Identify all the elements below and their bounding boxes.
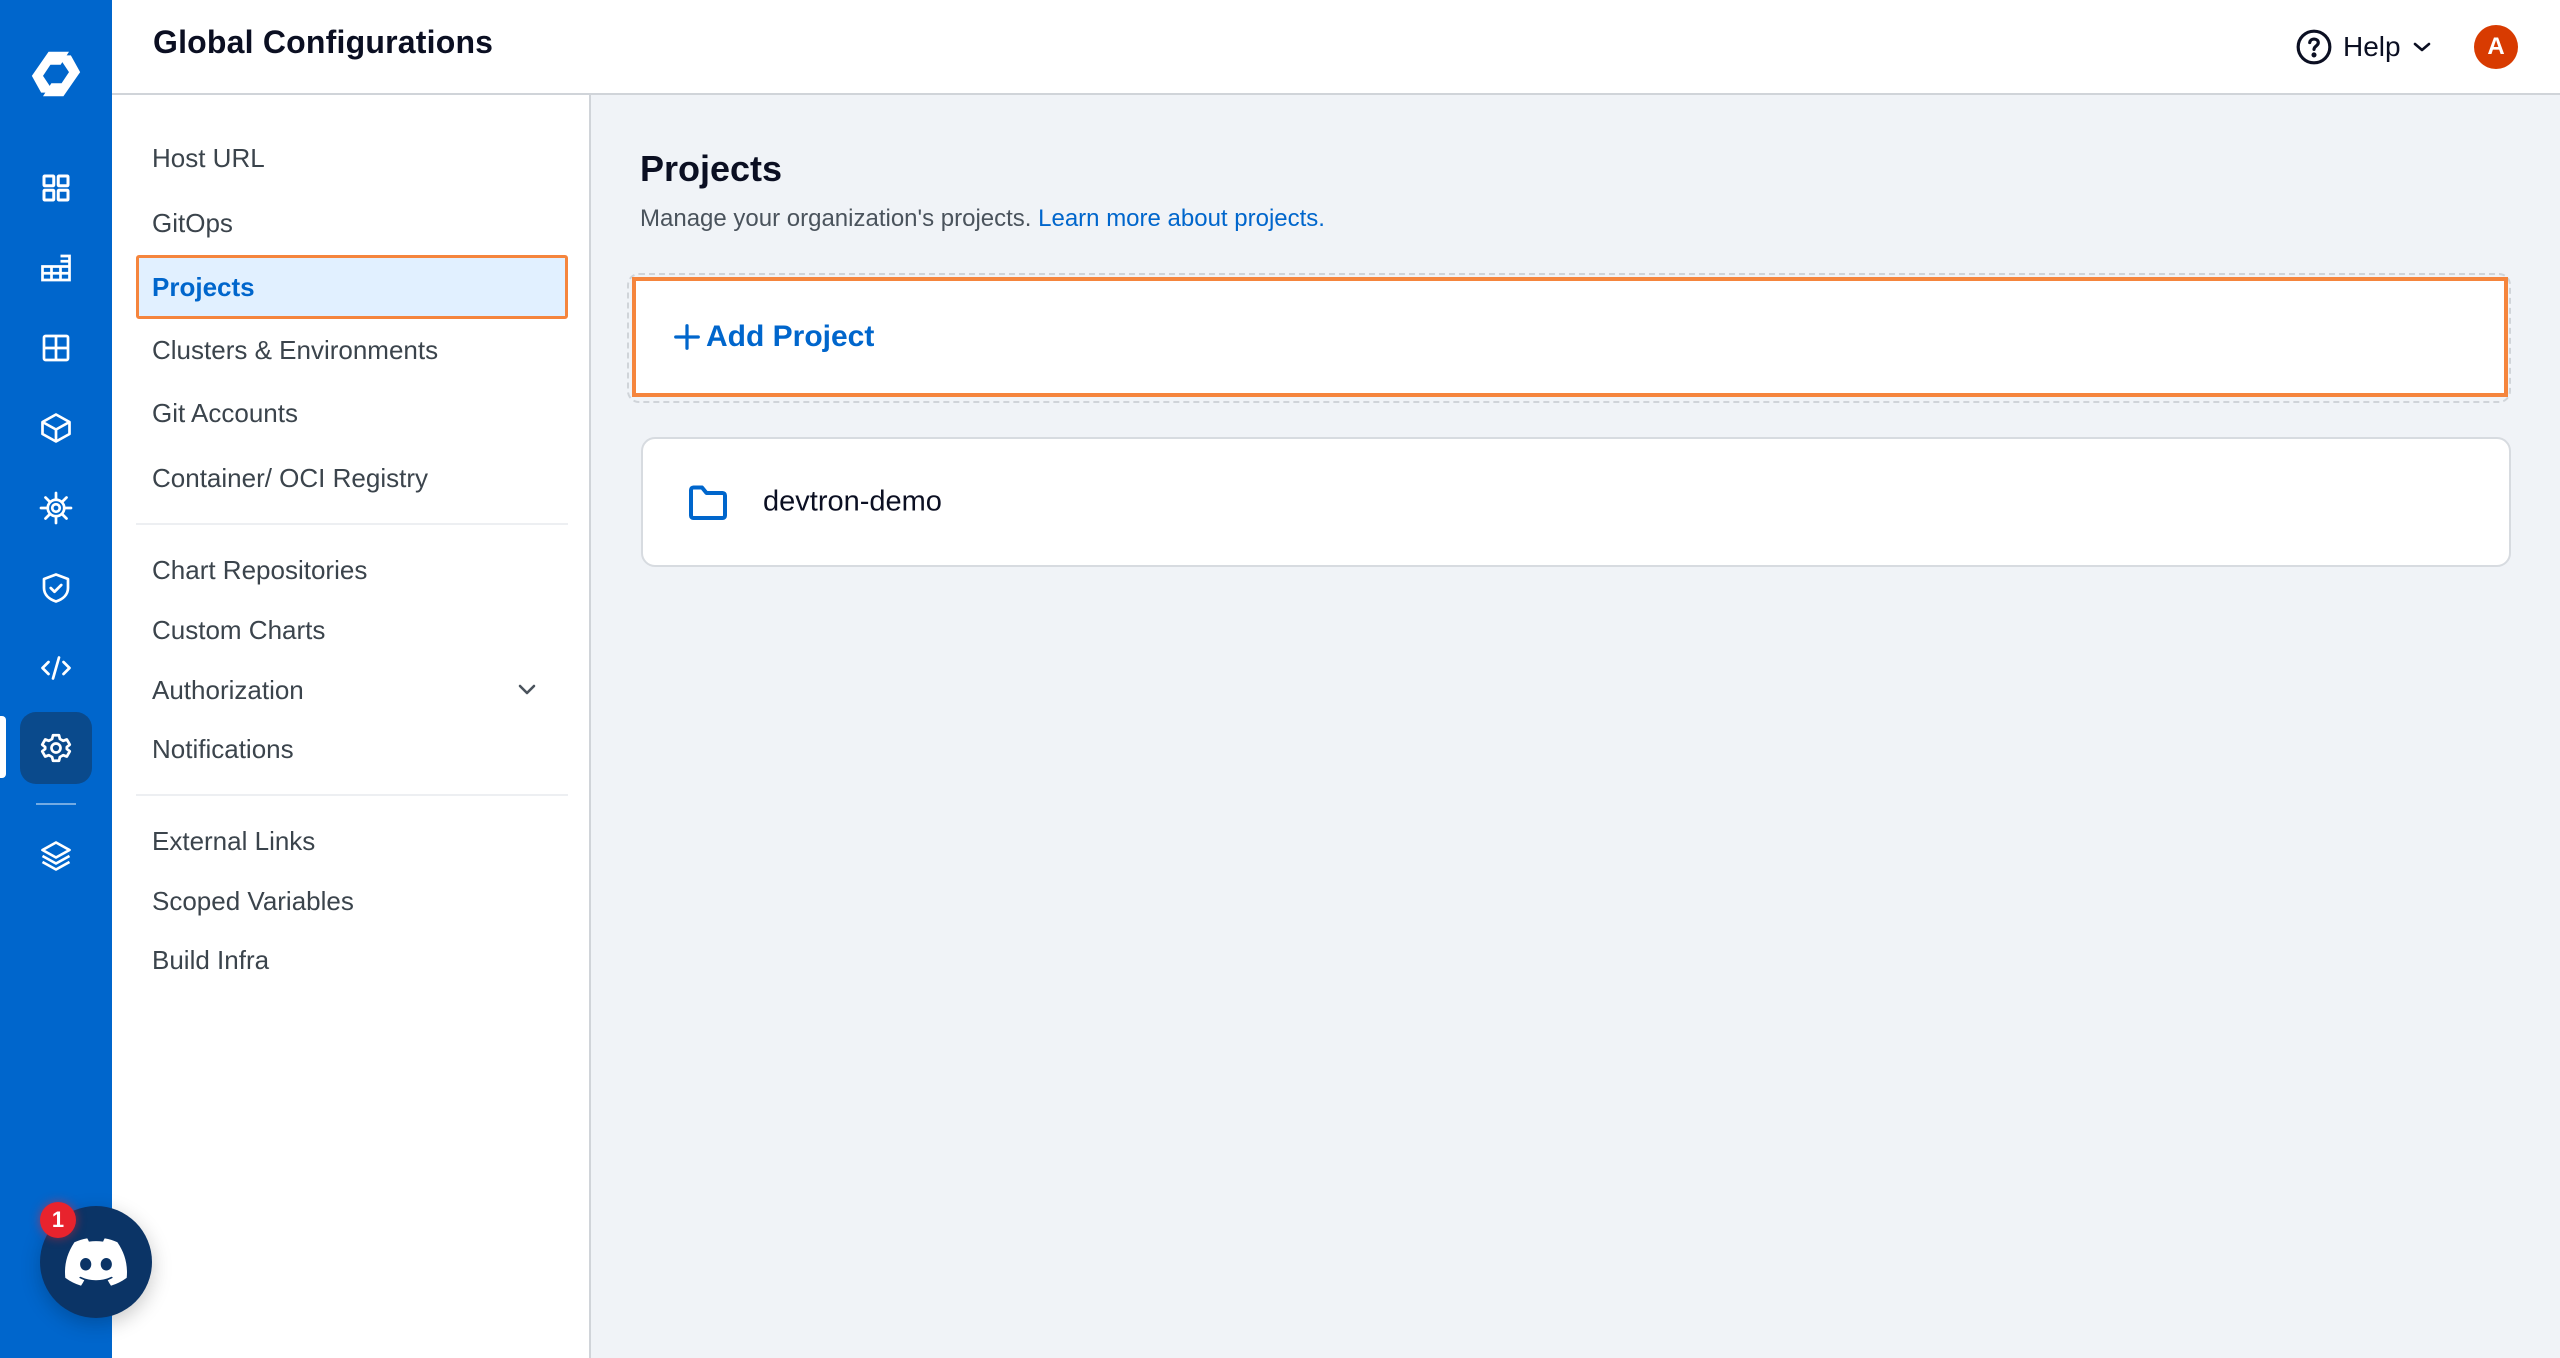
folder-icon (689, 485, 727, 520)
description-text: Manage your organization's projects. (640, 205, 1032, 232)
nav-item-host-url[interactable]: Host URL (136, 128, 568, 188)
rail-divider (36, 803, 76, 805)
nav-item-authorization[interactable]: Authorization (136, 660, 568, 720)
learn-more-link[interactable]: Learn more about projects. (1038, 205, 1325, 232)
rail-item-bulk-edit[interactable] (20, 472, 92, 544)
nav-item-custom-charts[interactable]: Custom Charts (136, 600, 568, 660)
discord-icon (65, 1238, 127, 1286)
code-icon (41, 656, 71, 680)
rail-item-code[interactable] (20, 632, 92, 704)
devtron-logo-icon (31, 51, 81, 97)
helm-wheel-icon (39, 491, 73, 525)
rail-item-app-groups[interactable] (20, 232, 92, 304)
help-menu-button[interactable]: Help (2295, 26, 2433, 68)
left-rail (0, 0, 112, 1358)
stacked-grid-icon (41, 254, 71, 282)
page-title: Global Configurations (153, 24, 494, 60)
layers-icon (41, 841, 71, 871)
chevron-down-icon (2413, 42, 2430, 52)
page-header: Global Configurations Help A (112, 0, 2560, 95)
section-title: Projects (640, 148, 783, 189)
rail-item-applications[interactable] (20, 152, 92, 224)
cube-icon (41, 413, 71, 443)
rail-active-indicator (0, 716, 6, 778)
shield-check-icon (42, 573, 70, 603)
rail-item-chart-store[interactable] (20, 312, 92, 384)
user-avatar[interactable]: A (2474, 25, 2518, 69)
grid-icon (42, 174, 70, 202)
project-list-item[interactable]: devtron-demo (641, 437, 2511, 567)
add-project-button[interactable]: Add Project (632, 277, 2508, 397)
nav-item-container-registry[interactable]: Container/ OCI Registry (136, 448, 568, 508)
rail-item-security[interactable] (20, 552, 92, 624)
gear-icon (40, 733, 72, 763)
nav-item-build-infra[interactable]: Build Infra (136, 930, 568, 990)
rail-item-stack-manager[interactable] (20, 820, 92, 892)
chevron-down-icon (518, 684, 536, 695)
add-project-label: Add Project (706, 320, 875, 353)
section-description: Manage your organization's projects. Lea… (640, 205, 1325, 233)
devtron-logo[interactable] (26, 44, 86, 104)
nav-item-gitops[interactable]: GitOps (136, 193, 568, 253)
table-grid-icon (42, 334, 70, 362)
help-circle-icon (2296, 29, 2332, 65)
nav-item-scoped-variables[interactable]: Scoped Variables (136, 871, 568, 931)
rail-item-global-configurations[interactable] (20, 712, 92, 784)
project-name: devtron-demo (763, 485, 942, 518)
nav-item-git-accounts[interactable]: Git Accounts (136, 383, 568, 443)
nav-divider (136, 794, 568, 796)
nav-item-clusters-environments[interactable]: Clusters & Environments (136, 320, 568, 380)
rail-item-resource-browser[interactable] (20, 392, 92, 464)
plus-icon (674, 324, 700, 350)
nav-item-authorization-label: Authorization (152, 674, 304, 705)
nav-item-projects[interactable]: Projects (136, 255, 568, 319)
notification-badge: 1 (40, 1202, 76, 1238)
nav-item-chart-repositories[interactable]: Chart Repositories (136, 540, 568, 600)
nav-item-external-links[interactable]: External Links (136, 811, 568, 871)
global-config-nav: Host URL GitOps Projects Clusters & Envi… (112, 95, 591, 1358)
nav-item-notifications[interactable]: Notifications (136, 719, 568, 779)
nav-divider (136, 523, 568, 525)
help-label: Help (2343, 31, 2401, 62)
